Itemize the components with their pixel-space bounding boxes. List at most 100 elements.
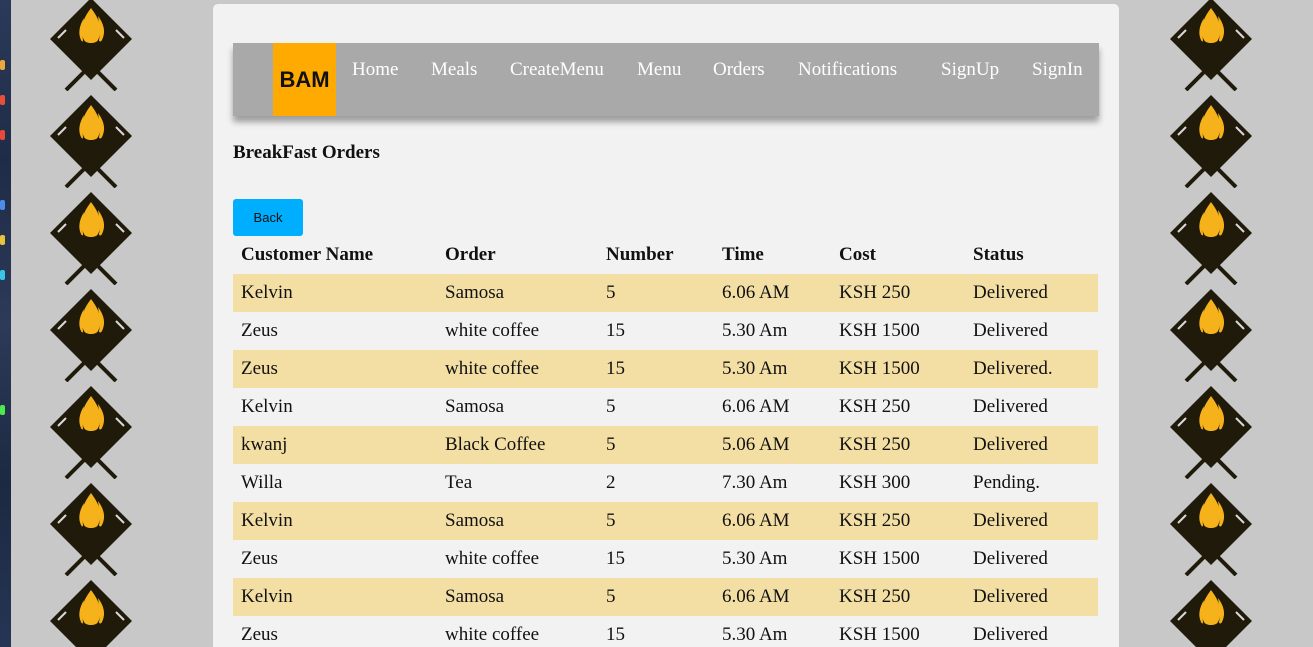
fork-knife-flame-icon	[1166, 285, 1256, 382]
status-cell: Delivered	[973, 396, 1048, 417]
number-cell: 2	[606, 472, 616, 493]
order-cell: white coffee	[445, 624, 540, 645]
status-cell: Delivered	[973, 434, 1048, 455]
time-cell: 6.06 AM	[722, 586, 790, 607]
nav-home[interactable]: Home	[352, 59, 398, 81]
cost-cell: KSH 300	[839, 472, 911, 493]
table-row: Willa Tea 2 7.30 Am KSH 300 Pending.	[233, 464, 1098, 502]
time-cell: 6.06 AM	[722, 396, 790, 417]
dock-chip	[0, 200, 5, 210]
cost-cell: KSH 1500	[839, 320, 920, 341]
header-cost: Cost	[839, 244, 876, 265]
status-cell: Delivered	[973, 282, 1048, 303]
dock-chip	[0, 60, 5, 70]
dock-chip	[0, 130, 5, 140]
fork-knife-flame-icon	[1166, 0, 1256, 91]
nav-notifications[interactable]: Notifications	[798, 59, 897, 81]
table-header-row: Customer Name Order Number Time Cost Sta…	[233, 236, 1098, 274]
fork-knife-flame-icon	[46, 479, 136, 576]
customer-name-cell: Zeus	[241, 548, 278, 569]
nav-orders[interactable]: Orders	[713, 59, 765, 81]
order-cell: Samosa	[445, 282, 505, 303]
cost-cell: KSH 250	[839, 510, 911, 531]
back-button[interactable]: Back	[233, 199, 303, 236]
left-screen-edge	[0, 0, 11, 647]
number-cell: 5	[606, 434, 616, 455]
customer-name-cell: kwanj	[241, 434, 288, 455]
table-row: Zeus white coffee 15 5.30 Am KSH 1500 Deliver…	[233, 616, 1098, 647]
fork-knife-flame-icon	[46, 91, 136, 188]
table-row: Zeus white coffee 15 5.30 Am KSH 1500 Deliver…	[233, 312, 1098, 350]
order-cell: Samosa	[445, 510, 505, 531]
status-cell: Delivered	[973, 320, 1048, 341]
header-customer-name: Customer Name	[241, 244, 374, 265]
fork-knife-flame-icon	[1166, 382, 1256, 479]
customer-name-cell: Kelvin	[241, 282, 293, 303]
number-cell: 15	[606, 624, 625, 645]
header-status: Status	[973, 244, 1024, 265]
fork-knife-flame-icon	[1166, 479, 1256, 576]
time-cell: 5.06 AM	[722, 434, 790, 455]
order-cell: white coffee	[445, 320, 540, 341]
time-cell: 6.06 AM	[722, 282, 790, 303]
cost-cell: KSH 250	[839, 586, 911, 607]
header-order: Order	[445, 244, 496, 265]
cost-cell: KSH 1500	[839, 548, 920, 569]
fork-knife-flame-icon	[46, 285, 136, 382]
order-cell: Black Coffee	[445, 434, 546, 455]
order-cell: Samosa	[445, 396, 505, 417]
cost-cell: KSH 250	[839, 434, 911, 455]
fork-knife-flame-icon	[46, 188, 136, 285]
number-cell: 5	[606, 510, 616, 531]
number-cell: 5	[606, 396, 616, 417]
header-time: Time	[722, 244, 764, 265]
customer-name-cell: Kelvin	[241, 510, 293, 531]
table-row: Kelvin Samosa 5 6.06 AM KSH 250 Delivered	[233, 274, 1098, 312]
time-cell: 6.06 AM	[722, 510, 790, 531]
fork-knife-flame-icon	[1166, 576, 1256, 647]
main-container: BAM Home Meals CreateMenu Menu Orders No…	[213, 4, 1119, 647]
table-row: Kelvin Samosa 5 6.06 AM KSH 250 Delivered	[233, 502, 1098, 540]
time-cell: 5.30 Am	[722, 548, 788, 569]
time-cell: 5.30 Am	[722, 358, 788, 379]
table-row: Kelvin Samosa 5 6.06 AM KSH 250 Delivered	[233, 578, 1098, 616]
cost-cell: KSH 250	[839, 282, 911, 303]
order-cell: white coffee	[445, 548, 540, 569]
time-cell: 5.30 Am	[722, 320, 788, 341]
status-cell: Delivered	[973, 510, 1048, 531]
status-cell: Delivered	[973, 548, 1048, 569]
order-cell: Tea	[445, 472, 473, 493]
table-row: Zeus white coffee 15 5.30 Am KSH 1500 Deliver…	[233, 350, 1098, 388]
fork-knife-flame-icon	[1166, 188, 1256, 285]
customer-name-cell: Willa	[241, 472, 283, 493]
status-cell: Delivered	[973, 624, 1048, 645]
page-title: BreakFast Orders	[233, 142, 380, 163]
customer-name-cell: Zeus	[241, 320, 278, 341]
nav-menu[interactable]: Menu	[637, 59, 681, 81]
order-cell: white coffee	[445, 358, 540, 379]
status-cell: Delivered.	[973, 358, 1053, 379]
status-cell: Delivered	[973, 586, 1048, 607]
nav-meals[interactable]: Meals	[431, 59, 477, 81]
table-row: kwanj Black Coffee 5 5.06 AM KSH 250 Delivere…	[233, 426, 1098, 464]
background-pattern-right	[1166, 0, 1256, 647]
fork-knife-flame-icon	[46, 0, 136, 91]
cost-cell: KSH 1500	[839, 624, 920, 645]
table-row: Kelvin Samosa 5 6.06 AM KSH 250 Delivered	[233, 388, 1098, 426]
nav-signup[interactable]: SignUp	[941, 59, 999, 81]
dock-chip	[0, 405, 5, 415]
nav-createmenu[interactable]: CreateMenu	[510, 59, 604, 81]
number-cell: 15	[606, 548, 625, 569]
number-cell: 5	[606, 282, 616, 303]
number-cell: 5	[606, 586, 616, 607]
customer-name-cell: Kelvin	[241, 586, 293, 607]
dock-chip	[0, 95, 5, 105]
dock-chip	[0, 270, 5, 280]
brand-logo[interactable]: BAM	[273, 43, 336, 116]
fork-knife-flame-icon	[46, 576, 136, 647]
nav-signin[interactable]: SignIn	[1032, 59, 1083, 81]
navbar: BAM Home Meals CreateMenu Menu Orders No…	[233, 43, 1099, 116]
fork-knife-flame-icon	[46, 382, 136, 479]
time-cell: 5.30 Am	[722, 624, 788, 645]
table-row: Zeus white coffee 15 5.30 Am KSH 1500 Deliver…	[233, 540, 1098, 578]
